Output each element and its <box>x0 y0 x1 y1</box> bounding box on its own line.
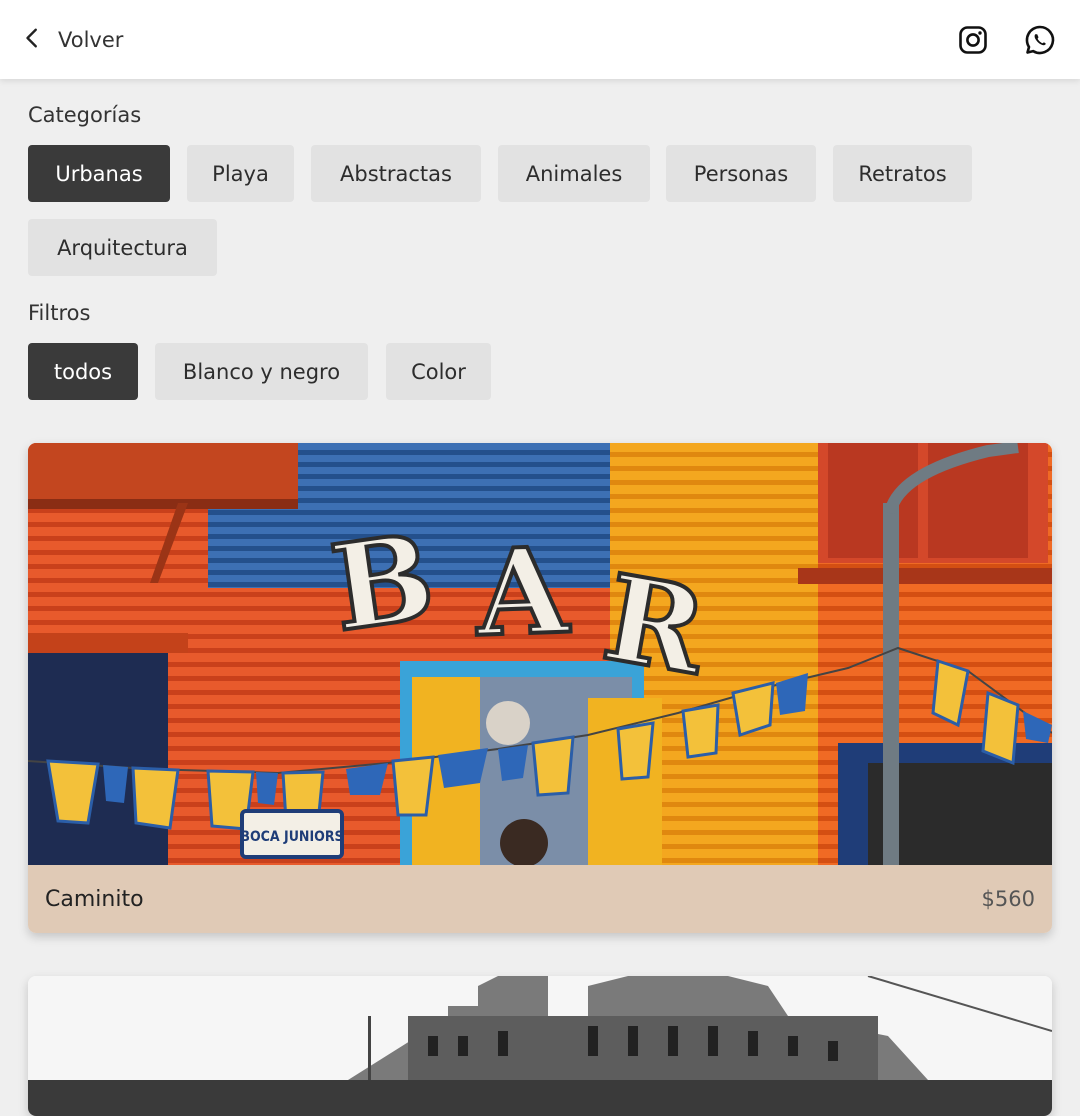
whatsapp-button[interactable] <box>1020 20 1060 60</box>
photo-street-sign: BOCA JUNIORS <box>240 829 343 845</box>
category-chip-animales[interactable]: Animales <box>498 145 650 202</box>
instagram-icon <box>959 26 987 54</box>
product-card-footer: Caminito $560 <box>28 865 1052 933</box>
filters-heading: Filtros <box>28 301 91 325</box>
category-chip-personas[interactable]: Personas <box>666 145 816 202</box>
category-chip-abstractas[interactable]: Abstractas <box>311 145 481 202</box>
product-title: Caminito <box>45 886 144 912</box>
category-chip-arquitectura[interactable]: Arquitectura <box>28 219 217 276</box>
filter-chip-color[interactable]: Color <box>386 343 491 400</box>
categories-heading: Categorías <box>28 103 142 127</box>
product-card[interactable] <box>28 976 1052 1116</box>
instagram-button[interactable] <box>953 20 993 60</box>
svg-text:B: B <box>324 506 442 658</box>
filter-chip-blanco-y-negro[interactable]: Blanco y negro <box>155 343 368 400</box>
product-photo <box>28 976 1052 1116</box>
filter-chip-todos[interactable]: todos <box>28 343 138 400</box>
top-bar: Volver <box>0 0 1080 79</box>
product-price: $560 <box>981 887 1035 911</box>
product-photo: B A R BOCA JUNIORS <box>28 443 1052 865</box>
category-chip-urbanas[interactable]: Urbanas <box>28 145 170 202</box>
whatsapp-icon <box>1025 25 1055 55</box>
back-button[interactable]: Volver <box>22 20 123 60</box>
product-card[interactable]: B A R BOCA JUNIORS Caminito $560 <box>28 443 1052 933</box>
back-label: Volver <box>58 28 124 52</box>
category-chip-retratos[interactable]: Retratos <box>833 145 972 202</box>
svg-text:A: A <box>473 521 572 663</box>
chevron-left-icon <box>22 27 44 53</box>
category-chip-playa[interactable]: Playa <box>187 145 294 202</box>
